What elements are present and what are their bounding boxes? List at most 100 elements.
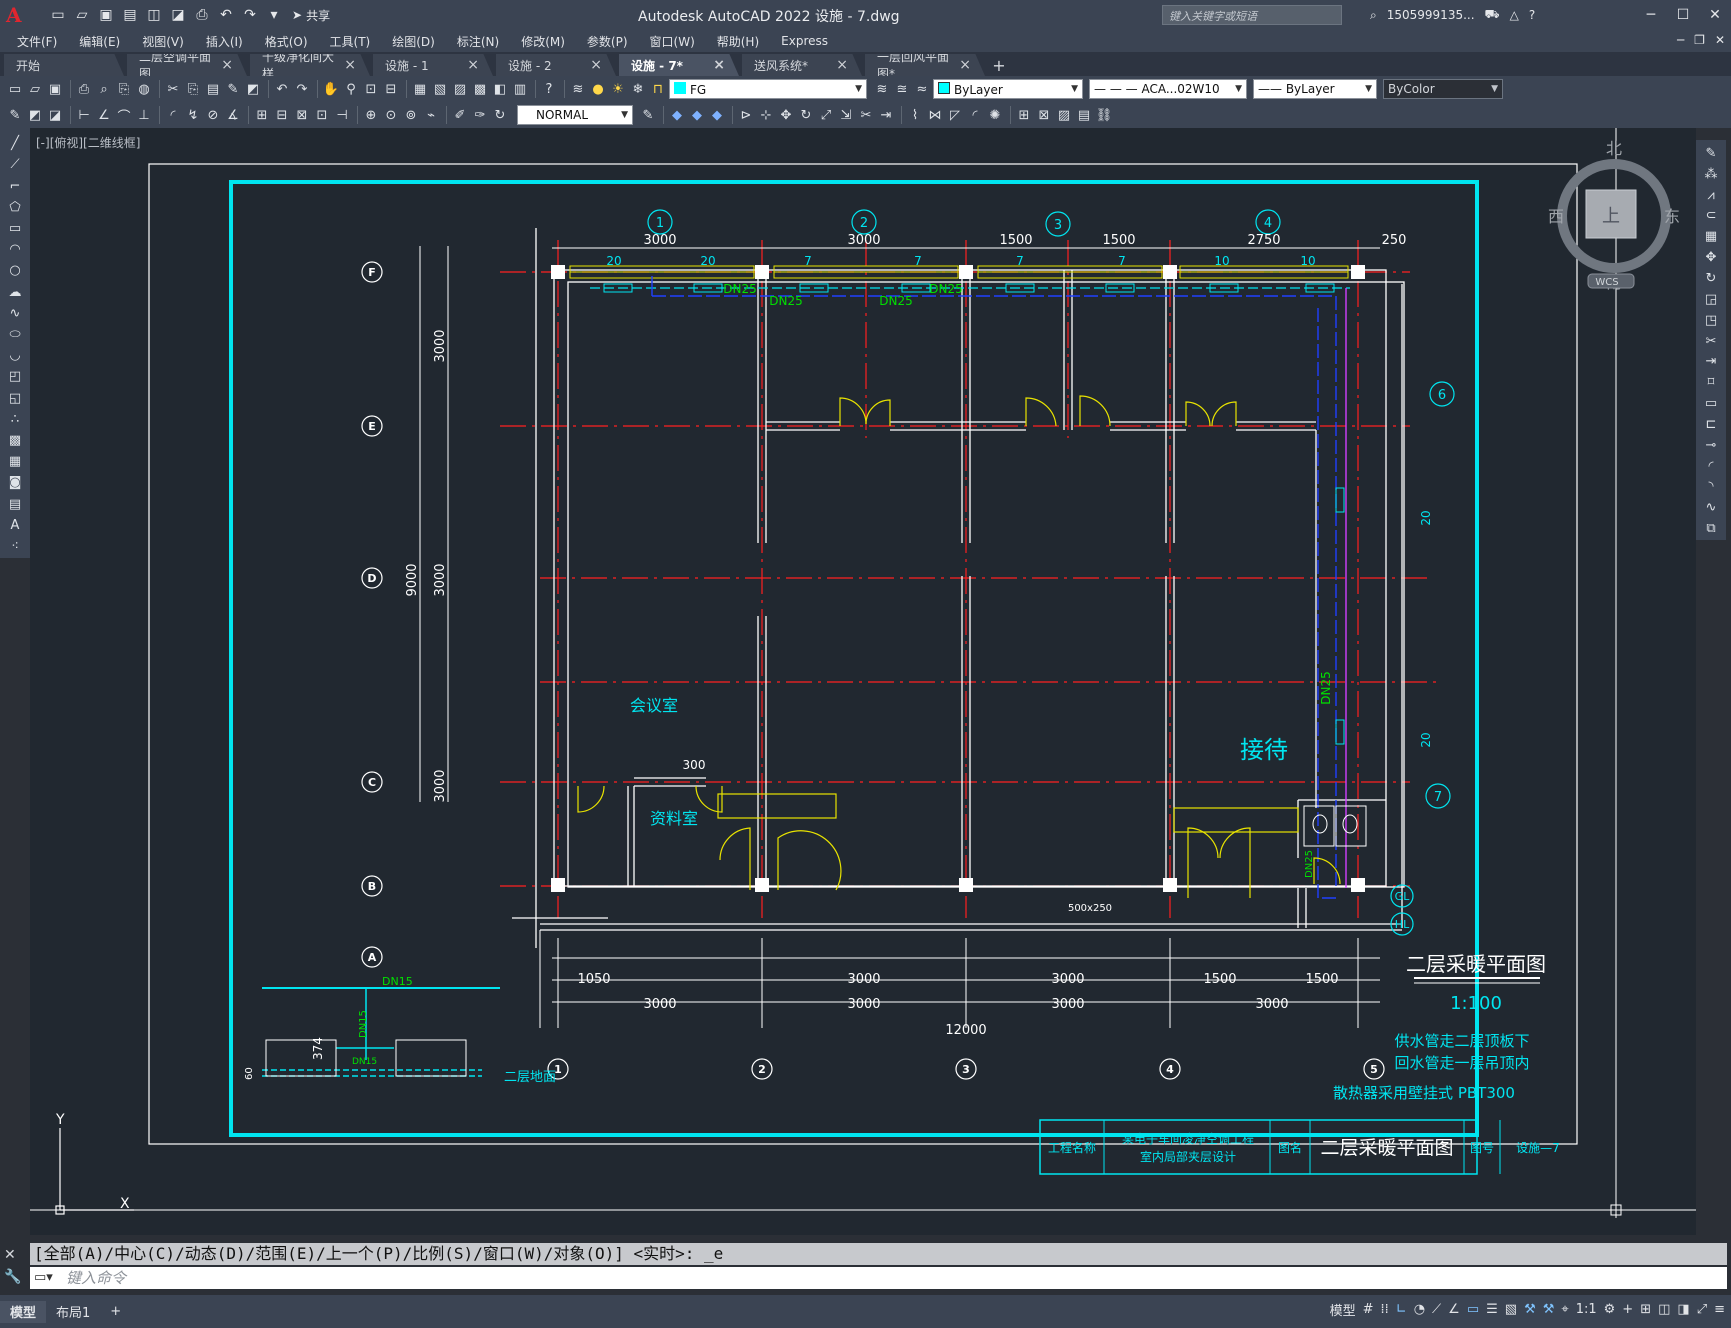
tab-layout1[interactable]: 布局1 <box>46 1301 100 1323</box>
save-icon[interactable]: ▣ <box>96 5 116 25</box>
break-at-point-icon[interactable]: ⌑ <box>1701 373 1721 392</box>
customize-dropdown-icon[interactable]: ▾ <box>264 5 284 25</box>
close-icon[interactable]: × <box>959 57 979 73</box>
ellipse-arc-icon[interactable]: ◡ <box>5 346 25 365</box>
quickcalc-icon[interactable]: ▥ <box>511 80 529 98</box>
freeze-icon[interactable]: ❄ <box>629 80 647 98</box>
help-icon[interactable]: ? <box>1529 8 1535 22</box>
open-icon[interactable]: ▱ <box>26 80 44 98</box>
dim-text-edit-icon[interactable]: ✑ <box>471 106 489 124</box>
region-icon[interactable]: ◙ <box>5 473 25 492</box>
polygon-icon[interactable]: ⬠ <box>5 198 25 217</box>
tab-1f-return-air[interactable]: 一层回风平面图* × <box>865 54 985 76</box>
isolate-icon[interactable]: ◨ <box>1677 1302 1689 1317</box>
stretch-icon[interactable]: ⇲ <box>837 106 855 124</box>
layer-previous-icon[interactable]: ≊ <box>893 80 911 98</box>
share-button[interactable]: ➤ 共享 <box>292 7 330 24</box>
plot-icon[interactable]: ⎙ <box>192 5 212 25</box>
scale-icon[interactable]: ⤢ <box>817 106 835 124</box>
drawing-canvas[interactable]: [-][俯视][二维线框] 1 2 3 4 6 7 GL HL F E D C … <box>30 128 1696 1235</box>
publish-icon[interactable]: ⎘ <box>115 80 133 98</box>
save-web-icon[interactable]: ◪ <box>168 5 188 25</box>
plus-icon[interactable]: + <box>1622 1302 1633 1317</box>
tab-model[interactable]: 模型 <box>0 1300 47 1323</box>
close-icon[interactable]: × <box>221 57 241 73</box>
diameter-dim-icon[interactable]: ⊘ <box>204 106 222 124</box>
ordinate-dim-icon[interactable]: ⊥ <box>135 106 153 124</box>
menu-dimension[interactable]: 标注(N) <box>446 33 510 50</box>
spline-edit-icon[interactable]: ∿ <box>1701 498 1721 517</box>
plotstyle-dropdown[interactable]: ByColor ▼ <box>1383 79 1503 99</box>
linear-dim-icon[interactable]: ⊢ <box>75 106 93 124</box>
make-block-icon[interactable]: ◱ <box>5 388 25 407</box>
spline-icon[interactable]: ∿ <box>5 304 25 323</box>
explode-icon[interactable]: ⧉ <box>1701 519 1721 538</box>
offset-icon[interactable]: ⊂ <box>1701 207 1721 226</box>
ellipse-icon[interactable]: ⬭ <box>5 325 25 344</box>
copy-icon[interactable]: ⁂ <box>1701 165 1721 184</box>
auto-scale-icon[interactable]: ⚒ <box>1543 1302 1555 1317</box>
lineweight-dropdown[interactable]: —— ByLayer ▼ <box>1253 79 1377 99</box>
polyline-icon[interactable]: ⌐ <box>5 176 25 195</box>
linetype-dropdown[interactable]: — — — ACA...02W10 ▼ <box>1089 79 1247 99</box>
baseline-dim-icon[interactable]: ⊟ <box>273 106 291 124</box>
doc-close-button[interactable]: ✕ <box>1715 33 1725 47</box>
undo-icon[interactable]: ↶ <box>216 5 236 25</box>
construction-line-icon[interactable]: ⟋ <box>5 155 25 174</box>
arc-length-icon[interactable]: ⌒ <box>115 106 133 125</box>
menu-express[interactable]: Express <box>770 34 839 48</box>
layer-properties-icon[interactable]: ≋ <box>569 80 587 98</box>
redo-icon[interactable]: ↷ <box>240 5 260 25</box>
markup-icon[interactable]: ◧ <box>491 80 509 98</box>
menu-file[interactable]: 文件(F) <box>6 33 68 50</box>
fillet-icon[interactable]: ◜ <box>1701 457 1721 476</box>
close-icon[interactable]: × <box>467 57 487 73</box>
dim-break-icon[interactable]: ⊣ <box>333 106 351 124</box>
annotation-scale-value[interactable]: 1:1 <box>1576 1302 1597 1317</box>
join-icon[interactable]: ⊏ <box>1701 415 1721 434</box>
tab-cleanroom-detail[interactable]: 千级净化间大样 × <box>250 54 370 76</box>
copy-icon[interactable]: ⎘ <box>184 80 202 98</box>
offset-icon[interactable]: ⊳ <box>737 106 755 124</box>
break-icon[interactable]: ⌇ <box>906 106 924 124</box>
chamfer-icon[interactable]: ◸ <box>946 106 964 124</box>
save-as-icon[interactable]: ▤ <box>120 5 140 25</box>
tab-facility-7[interactable]: 设施 - 7* × <box>619 54 739 76</box>
workspace-gear-icon[interactable]: ⚙ <box>1604 1302 1616 1317</box>
autocad-logo[interactable]: A <box>6 2 32 28</box>
insert-block-icon[interactable]: ⊞ <box>1015 106 1033 124</box>
block-editor-icon[interactable]: ◩ <box>244 80 262 98</box>
new-icon[interactable]: ▭ <box>48 5 68 25</box>
match-properties-icon[interactable]: ✎ <box>224 80 242 98</box>
extend-icon[interactable]: ⇥ <box>877 106 895 124</box>
make-current-layer-icon[interactable]: ≋ <box>873 80 891 98</box>
command-line-handle[interactable]: ✕ 🔧 <box>4 1244 21 1288</box>
radius-dim-icon[interactable]: ◜ <box>164 106 182 124</box>
hatch-icon[interactable]: ▩ <box>5 431 25 450</box>
zoom-realtime-icon[interactable]: ⚲ <box>342 80 360 98</box>
doc-restore-button[interactable]: ❐ <box>1694 33 1705 47</box>
customize-icon[interactable]: ≡ <box>1714 1302 1725 1317</box>
model-space-button[interactable]: 模型 <box>1330 1300 1356 1319</box>
viewcube[interactable]: 上 北 南 东 西 WCS <box>1548 139 1680 292</box>
tab-2f-ac-plan[interactable]: 二层空调平面图 × <box>127 54 247 76</box>
menu-draw[interactable]: 绘图(D) <box>381 33 446 50</box>
inspect-icon[interactable]: ⊚ <box>402 106 420 124</box>
snap-icon[interactable]: ⁞⁞ <box>1381 1302 1389 1317</box>
lock-icon[interactable]: ⊓ <box>649 80 667 98</box>
center-mark-icon[interactable]: ⊙ <box>382 106 400 124</box>
continue-dim-icon[interactable]: ⊠ <box>293 106 311 124</box>
quick-dim-icon[interactable]: ⊞ <box>253 106 271 124</box>
paste-icon[interactable]: ▤ <box>204 80 222 98</box>
zoom-window-icon[interactable]: ⊡ <box>362 80 380 98</box>
explode-icon[interactable]: ✺ <box>986 106 1004 124</box>
minimize-button[interactable]: ─ <box>1635 0 1667 30</box>
menu-window[interactable]: 窗口(W) <box>639 33 706 50</box>
dimstyle-dropdown[interactable]: NORMAL ▼ <box>517 105 633 125</box>
mirror-icon[interactable]: ◆ <box>708 106 726 124</box>
viewcube-north[interactable]: 北 <box>1606 139 1622 158</box>
menu-modify[interactable]: 修改(M) <box>510 33 576 50</box>
polar-icon[interactable]: ◔ <box>1414 1302 1425 1317</box>
rectangle-icon[interactable]: ▭ <box>5 219 25 238</box>
aligned-dim-icon[interactable]: ∠ <box>95 106 113 124</box>
